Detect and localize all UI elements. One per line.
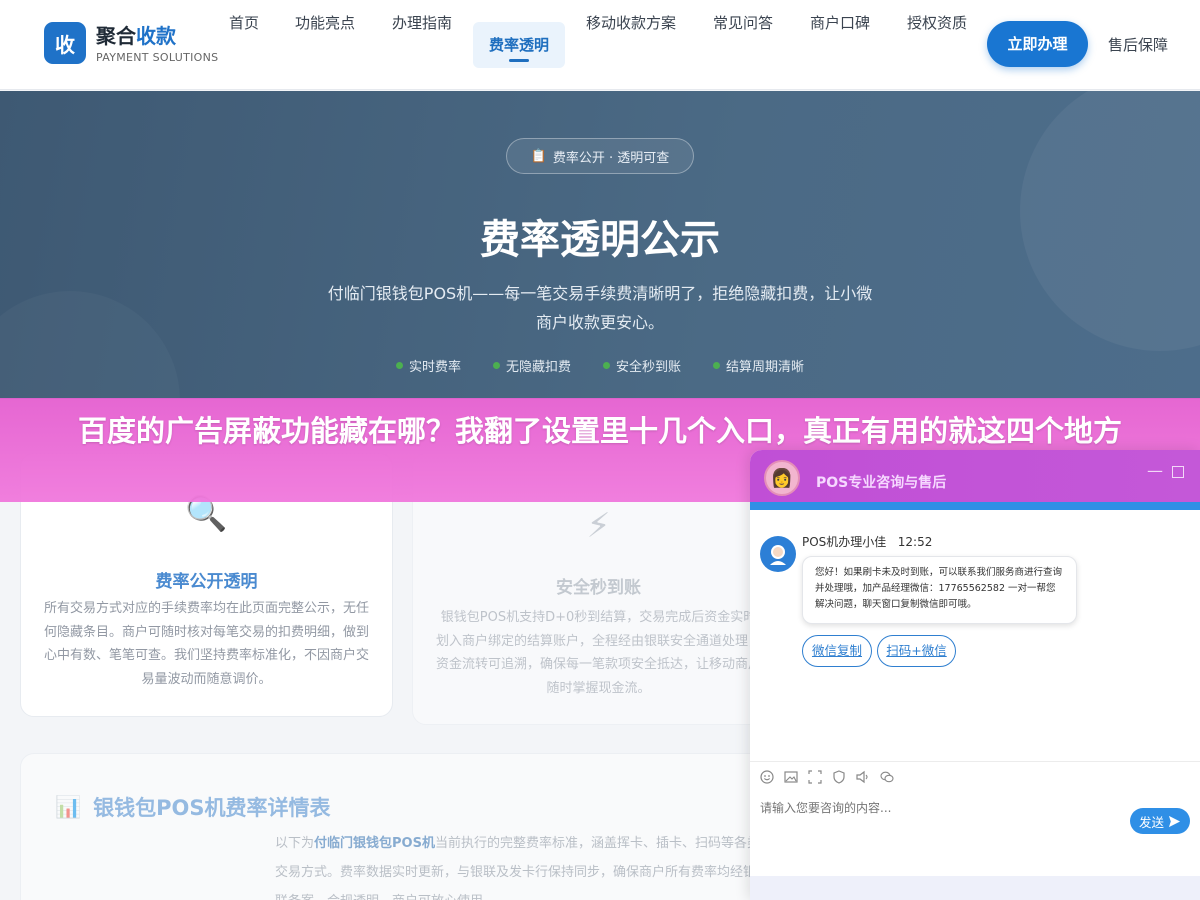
brand-name[interactable]: 聚合收款 xyxy=(96,20,176,49)
site-header: 收 聚合收款 PAYMENT SOLUTIONS 首页 功能亮点 办理指南 费率… xyxy=(0,0,1200,90)
hero-tag: 无隐藏扣费 xyxy=(492,356,571,375)
chat-toolbar xyxy=(760,770,894,784)
sound-icon[interactable] xyxy=(856,770,870,784)
feature-card-title: 费率公开透明 xyxy=(155,572,258,592)
hero-decoration xyxy=(0,291,180,399)
dot-icon xyxy=(713,362,721,369)
lightning-icon: ⚡ xyxy=(586,506,611,546)
article-title: 百度的广告屏蔽功能藏在哪？我翻了设置里十几个入口，真正有用的就这四个地方 xyxy=(77,414,1122,448)
brand-accent: 收款 xyxy=(136,24,176,48)
chat-header-stripe xyxy=(750,502,1200,510)
chat-widget: 👩 POS专业咨询与售后 — POS机办理小佳 12:52 您好！如果刷卡未及时… xyxy=(750,450,1200,900)
brand-subtitle: PAYMENT SOLUTIONS xyxy=(96,51,219,64)
brand-prefix: 聚合 xyxy=(96,24,136,48)
emoji-icon[interactable] xyxy=(760,770,774,784)
nav-guide[interactable]: 办理指南 xyxy=(382,0,462,46)
chat-footer xyxy=(750,876,1200,900)
hero-tag: 实时费率 xyxy=(395,356,461,375)
send-icon xyxy=(1168,815,1181,827)
maximize-icon[interactable] xyxy=(1172,466,1184,478)
nav-licenses[interactable]: 授权资质 xyxy=(897,0,977,46)
agent-name-label: POS机办理小佳 xyxy=(802,535,887,549)
logo-icon[interactable]: 收 xyxy=(44,22,86,64)
chat-divider xyxy=(750,761,1200,762)
feature-card-text: 银钱包POS机支持D+0秒到结算，交易完成后资金实时划入商户绑定的结算账户，全程… xyxy=(435,610,761,696)
rating-icon[interactable] xyxy=(832,770,846,784)
nav-reviews[interactable]: 商户口碑 xyxy=(800,0,880,46)
agent-name: POS机办理小佳 12:52 xyxy=(802,533,932,550)
dot-icon xyxy=(492,362,500,369)
hero-tag-label: 安全秒到账 xyxy=(616,360,682,375)
hero-tag-label: 无隐藏扣费 xyxy=(505,360,571,375)
rate-table-description: 以下为付临门银钱包POS机当前执行的完整费率标准，涵盖挥卡、插卡、扫码等各类交易… xyxy=(275,829,765,900)
chat-input[interactable] xyxy=(760,801,1120,815)
hero-section: 📋 费率公开 · 透明可查 费率透明公示 付临门银钱包POS机——每一笔交易手续… xyxy=(0,91,1200,399)
dot-icon xyxy=(395,362,403,369)
scan-wechat-button[interactable]: 扫码+微信 xyxy=(877,635,956,667)
nav-rates[interactable]: 费率透明 xyxy=(473,22,565,68)
hero-description: 付临门银钱包POS机——每一笔交易手续费清晰明了，拒绝隐藏扣费，让小微商户收款更… xyxy=(327,284,873,332)
nav-faq[interactable]: 常见问答 xyxy=(703,0,783,46)
apply-now-button[interactable]: 立即办理 xyxy=(987,21,1088,67)
image-icon[interactable] xyxy=(784,770,798,784)
hero-tag: 结算周期清晰 xyxy=(713,356,804,375)
nav-mobile-solution[interactable]: 移动收款方案 xyxy=(577,0,685,46)
nav-active-indicator xyxy=(509,59,529,62)
hero-badge-label: 费率公开 · 透明可查 xyxy=(552,150,670,166)
wechat-icon[interactable] xyxy=(880,770,894,784)
nav-features[interactable]: 功能亮点 xyxy=(285,0,365,46)
nav-home[interactable]: 首页 xyxy=(221,0,267,46)
rate-table-desc-prefix: 以下为 xyxy=(275,836,315,851)
rate-table-desc-bold: 付临门银钱包POS机 xyxy=(314,836,435,851)
hero-tag-label: 结算周期清晰 xyxy=(726,360,805,375)
agent-avatar-icon xyxy=(760,536,796,572)
hero-title: 费率透明公示 xyxy=(480,217,720,263)
support-avatar-icon: 👩 xyxy=(764,460,800,496)
bar-chart-icon: 📊 xyxy=(55,794,82,819)
minimize-icon[interactable]: — xyxy=(1146,463,1164,481)
screenshot-icon[interactable] xyxy=(808,770,822,784)
hero-tag: 安全秒到账 xyxy=(603,356,681,375)
dot-icon xyxy=(603,362,610,369)
hero-tags: 实时费率 无隐藏扣费 安全秒到账 结算周期清晰 xyxy=(0,356,1200,375)
send-button[interactable]: 发送 xyxy=(1130,808,1190,834)
chat-message: 您好！如果刷卡未及时到账，可以联系我们服务商进行查询并处理哦，加产品经理微信：1… xyxy=(802,556,1077,624)
rate-table-section: 📊 银钱包POS机费率详情表 以下为付临门银钱包POS机当前执行的完整费率标准，… xyxy=(20,753,780,900)
clipboard-icon: 📋 xyxy=(530,148,547,164)
feature-card-text: 所有交易方式对应的手续费率均在此页面完整公示，无任何隐藏条目。商户可随时核对每笔… xyxy=(43,601,369,687)
copy-wechat-button[interactable]: 微信复制 xyxy=(802,635,872,667)
rate-table-title-label: 银钱包POS机费率详情表 xyxy=(93,796,331,820)
hero-tag-label: 实时费率 xyxy=(408,360,461,375)
feature-card-title: 安全秒到账 xyxy=(556,578,641,598)
message-time: 12:52 xyxy=(897,535,933,549)
hero-badge: 📋 费率公开 · 透明可查 xyxy=(506,138,694,174)
nav-after-sale[interactable]: 售后保障 xyxy=(1108,22,1168,68)
chat-header: 👩 POS专业咨询与售后 — xyxy=(750,450,1200,502)
rate-table-title: 📊 银钱包POS机费率详情表 xyxy=(55,792,331,822)
send-button-label: 发送 xyxy=(1138,814,1164,830)
nav-rates-label: 费率透明 xyxy=(488,36,549,54)
chat-title: POS专业咨询与售后 xyxy=(816,475,947,491)
